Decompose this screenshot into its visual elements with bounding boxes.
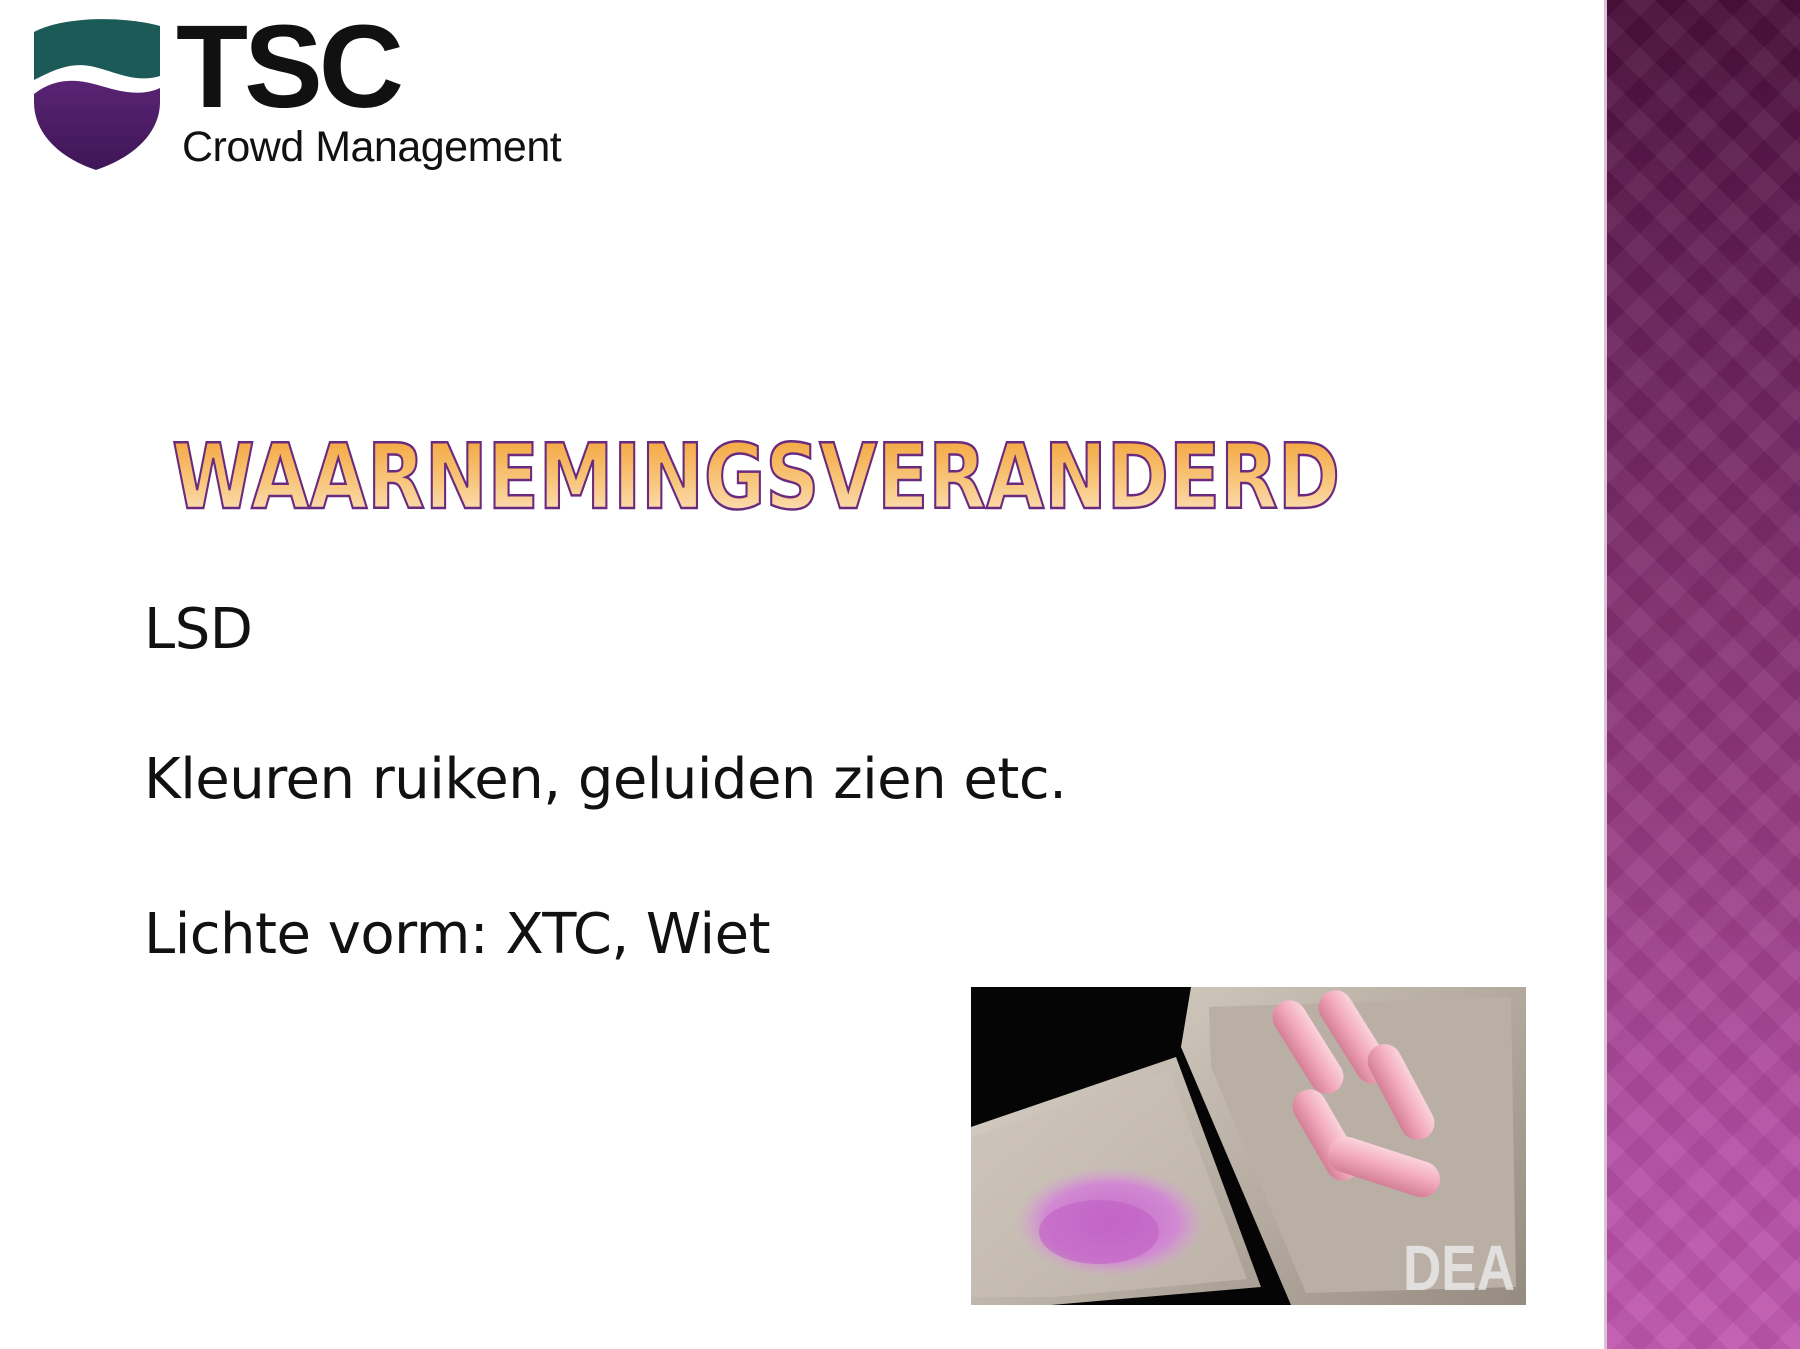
pink-capsules-photo: DEA [971, 987, 1526, 1305]
body-line-lsd: LSD [144, 597, 253, 662]
body-line-effects: Kleuren ruiken, geluiden zien etc. [144, 747, 1067, 812]
side-band-edge [1604, 0, 1607, 1349]
slide-title: WAARNEMINGSVERANDERD [172, 424, 1341, 530]
slide: TSC Crowd Management WAARNEMINGSVERANDER… [0, 0, 1800, 1349]
decorative-side-band [1604, 0, 1800, 1349]
company-logo: TSC Crowd Management [34, 8, 624, 184]
logo-subtitle: Crowd Management [182, 123, 562, 171]
body-line-light-forms: Lichte vorm: XTC, Wiet [144, 902, 771, 967]
dea-watermark: DEA [1403, 1232, 1515, 1304]
logo-wordmark: TSC [176, 1, 404, 133]
slide-title-text: WAARNEMINGSVERANDERD [172, 425, 1340, 530]
shield-logo-icon [34, 19, 160, 170]
